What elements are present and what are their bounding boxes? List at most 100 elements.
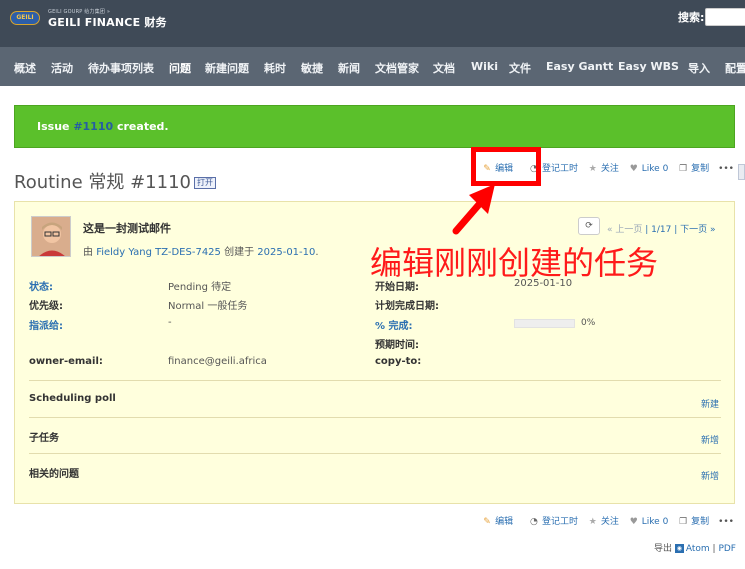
project-title[interactable]: GEILI FINANCE 财务 bbox=[48, 14, 167, 30]
owner-email-value: finance@geili.africa bbox=[168, 356, 267, 367]
like-count: 0 bbox=[662, 164, 669, 174]
status-badge: 打开 bbox=[194, 177, 216, 189]
owner-email-attribute: owner-email: bbox=[29, 356, 103, 367]
menu-issues[interactable]: 问题 bbox=[169, 60, 191, 76]
like-button[interactable]: ♥ Like 0 bbox=[628, 517, 669, 527]
assignee-value: - bbox=[168, 317, 172, 328]
more-menu-button[interactable]: ••• bbox=[718, 517, 734, 527]
search-input[interactable] bbox=[705, 8, 745, 26]
copy-label: 复制 bbox=[691, 517, 710, 527]
sidebar-toggle[interactable] bbox=[738, 164, 745, 180]
menu-import[interactable]: 导入 bbox=[688, 60, 710, 76]
new-scheduling-poll-link[interactable]: 新建 bbox=[701, 397, 719, 410]
flash-prefix: Issue bbox=[37, 120, 74, 133]
watch-label: 关注 bbox=[600, 517, 619, 527]
company-logo[interactable]: GEILI bbox=[10, 11, 40, 25]
due-date-label: 计划完成日期: bbox=[375, 301, 439, 312]
pencil-icon: ✎ bbox=[483, 517, 491, 527]
edit-button[interactable]: ✎ 编辑 bbox=[481, 514, 513, 527]
annotation-arrow-icon bbox=[452, 184, 495, 235]
top-header: GEILI GEILI GOURP 给力集团 » GEILI FINANCE 财… bbox=[0, 0, 745, 47]
menu-backlog[interactable]: 待办事项列表 bbox=[88, 60, 154, 76]
like-button[interactable]: ♥ Like 0 bbox=[628, 164, 669, 174]
created-date-link[interactable]: 2025-01-10 bbox=[257, 247, 315, 258]
estimated-time-attribute: 预期时间: bbox=[375, 336, 419, 351]
prev-link[interactable]: « 上一页 bbox=[607, 225, 642, 235]
done-ratio-value: 0% bbox=[581, 318, 596, 328]
avatar bbox=[31, 216, 71, 257]
status-label[interactable]: 状态: bbox=[29, 282, 53, 293]
like-count: 0 bbox=[662, 517, 669, 527]
refresh-icon[interactable]: ⟳ bbox=[578, 217, 600, 235]
copy-to-label: copy-to: bbox=[375, 356, 422, 367]
heart-icon: ♥ bbox=[629, 164, 638, 174]
menu-overview[interactable]: 概述 bbox=[14, 60, 36, 76]
scheduling-poll-heading: Scheduling poll bbox=[29, 393, 116, 404]
main-menu: 概述 活动 待办事项列表 问题 新建问题 耗时 敏捷 新闻 文档管家 文档 Wi… bbox=[0, 47, 745, 86]
created-suffix: . bbox=[315, 247, 319, 258]
menu-activity[interactable]: 活动 bbox=[51, 60, 73, 76]
menu-wiki[interactable]: Wiki bbox=[471, 60, 498, 73]
menu-time[interactable]: 耗时 bbox=[264, 60, 286, 76]
status-attribute: 状态: bbox=[29, 278, 53, 293]
next-link[interactable]: 下一页 » bbox=[680, 225, 715, 235]
menu-news[interactable]: 新闻 bbox=[338, 60, 360, 76]
related-issues-heading: 相关的问题 bbox=[29, 469, 79, 480]
pdf-export-link[interactable]: PDF bbox=[718, 544, 736, 554]
issue-title-text: Routine 常规 #1110 bbox=[14, 172, 191, 193]
estimated-time-label: 预期时间: bbox=[375, 340, 419, 351]
export-links: 导出 ◉ Atom | PDF bbox=[654, 541, 736, 554]
author-line: 由 Fieldy Yang TZ-DES-7425 创建于 2025-01-10… bbox=[83, 243, 319, 258]
watch-button[interactable]: ★ 关注 bbox=[587, 161, 619, 174]
more-menu-button[interactable]: ••• bbox=[718, 164, 734, 174]
menu-new-issue[interactable]: 新建问题 bbox=[205, 60, 249, 76]
created-prefix: 创建于 bbox=[220, 247, 258, 258]
menu-documents[interactable]: 文档 bbox=[433, 60, 455, 76]
divider bbox=[29, 380, 721, 381]
divider bbox=[29, 417, 721, 418]
copy-to-attribute: copy-to: bbox=[375, 356, 421, 367]
bottom-actions: ✎ 编辑 ◔ 登记工时 ★ 关注 ♥ Like 0 ❐ 复制 ••• bbox=[475, 514, 734, 530]
priority-value: Normal 一般任务 bbox=[168, 301, 248, 312]
subtasks-heading: 子任务 bbox=[29, 433, 59, 444]
progress-bar bbox=[514, 319, 575, 328]
divider bbox=[29, 453, 721, 454]
copy-icon: ❐ bbox=[679, 164, 688, 174]
star-icon: ★ bbox=[588, 164, 597, 174]
menu-settings[interactable]: 配置 bbox=[725, 60, 745, 76]
done-ratio-label[interactable]: % 完成: bbox=[375, 321, 413, 332]
issue-subject: 这是一封测试邮件 bbox=[83, 222, 171, 235]
issue-title: Routine 常规 #1110 打开 bbox=[14, 168, 216, 194]
author-prefix: 由 bbox=[83, 247, 97, 258]
add-related-issue-link[interactable]: 新增 bbox=[701, 469, 719, 482]
menu-easy-gantt[interactable]: Easy Gantt bbox=[546, 60, 613, 73]
done-ratio-attribute: % 完成: bbox=[375, 317, 413, 332]
like-label: Like bbox=[641, 517, 660, 527]
atom-export-link[interactable]: Atom bbox=[686, 544, 710, 554]
author-link[interactable]: Fieldy Yang TZ-DES-7425 bbox=[96, 247, 221, 258]
watch-button[interactable]: ★ 关注 bbox=[587, 514, 619, 527]
priority-label: 优先级: bbox=[29, 301, 63, 312]
add-subtask-link[interactable]: 新增 bbox=[701, 433, 719, 446]
flash-suffix: created. bbox=[113, 120, 169, 133]
menu-agile[interactable]: 敏捷 bbox=[301, 60, 323, 76]
owner-email-label: owner-email: bbox=[29, 356, 103, 367]
priority-attribute: 优先级: bbox=[29, 297, 63, 312]
menu-easy-wbs[interactable]: Easy WBS bbox=[618, 60, 679, 73]
assignee-label[interactable]: 指派给: bbox=[29, 321, 63, 332]
pager-position[interactable]: 1/17 bbox=[651, 225, 671, 235]
success-flash: Issue #1110 created. bbox=[14, 105, 735, 148]
flash-issue-link[interactable]: #1110 bbox=[73, 120, 113, 133]
due-date-attribute: 计划完成日期: bbox=[375, 297, 439, 312]
star-icon: ★ bbox=[588, 517, 597, 527]
watch-label: 关注 bbox=[600, 164, 619, 174]
menu-dms[interactable]: 文档管家 bbox=[375, 60, 419, 76]
clock-add-icon: ◔ bbox=[530, 517, 538, 527]
copy-button[interactable]: ❐ 复制 bbox=[677, 161, 709, 174]
menu-files[interactable]: 文件 bbox=[509, 60, 531, 76]
pager-separator: | bbox=[642, 225, 652, 235]
annotation-text: 编辑刚刚创建的任务 bbox=[370, 244, 659, 282]
log-time-button[interactable]: ◔ 登记工时 bbox=[528, 514, 578, 527]
copy-label: 复制 bbox=[691, 164, 710, 174]
copy-button[interactable]: ❐ 复制 bbox=[677, 514, 709, 527]
